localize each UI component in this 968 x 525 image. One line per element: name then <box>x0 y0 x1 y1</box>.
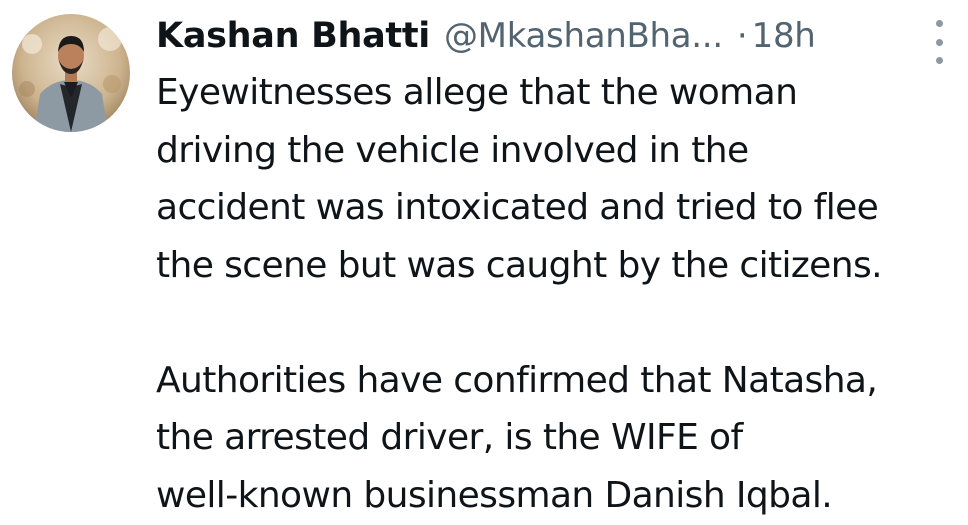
separator-dot: · <box>736 16 748 56</box>
more-dot <box>935 20 943 27</box>
tweet-line: accident was intoxicated and tried to fl… <box>156 187 879 228</box>
avatar[interactable] <box>12 14 130 132</box>
tweet-line: well-known businessman Danish Iqbal. <box>156 474 833 516</box>
tweet-line: the scene but was caught by the citizens… <box>156 244 883 286</box>
more-options-icon[interactable] <box>924 20 954 64</box>
timestamp[interactable]: 18h <box>752 16 816 56</box>
tweet-line: Eyewitnesses allege that the woman <box>156 72 798 113</box>
more-dot <box>935 57 943 64</box>
profile-photo-icon <box>12 14 130 132</box>
more-dot <box>935 38 943 46</box>
tweet-line: the arrested driver, is the WIFE of <box>156 417 743 458</box>
tweet-card[interactable]: Kashan Bhatti @MkashanBha... · 18h Eyewi… <box>0 0 968 525</box>
tweet-text: Eyewitnesses allege that the woman drivi… <box>156 64 964 524</box>
tweet-header: Kashan Bhatti @MkashanBha... · 18h <box>156 10 816 62</box>
author-handle[interactable]: @MkashanBha... <box>444 16 723 56</box>
author-display-name[interactable]: Kashan Bhatti <box>156 16 430 56</box>
tweet-line: Authorities have confirmed that Natasha, <box>156 359 878 401</box>
tweet-line: driving the vehicle involved in the <box>156 129 749 171</box>
